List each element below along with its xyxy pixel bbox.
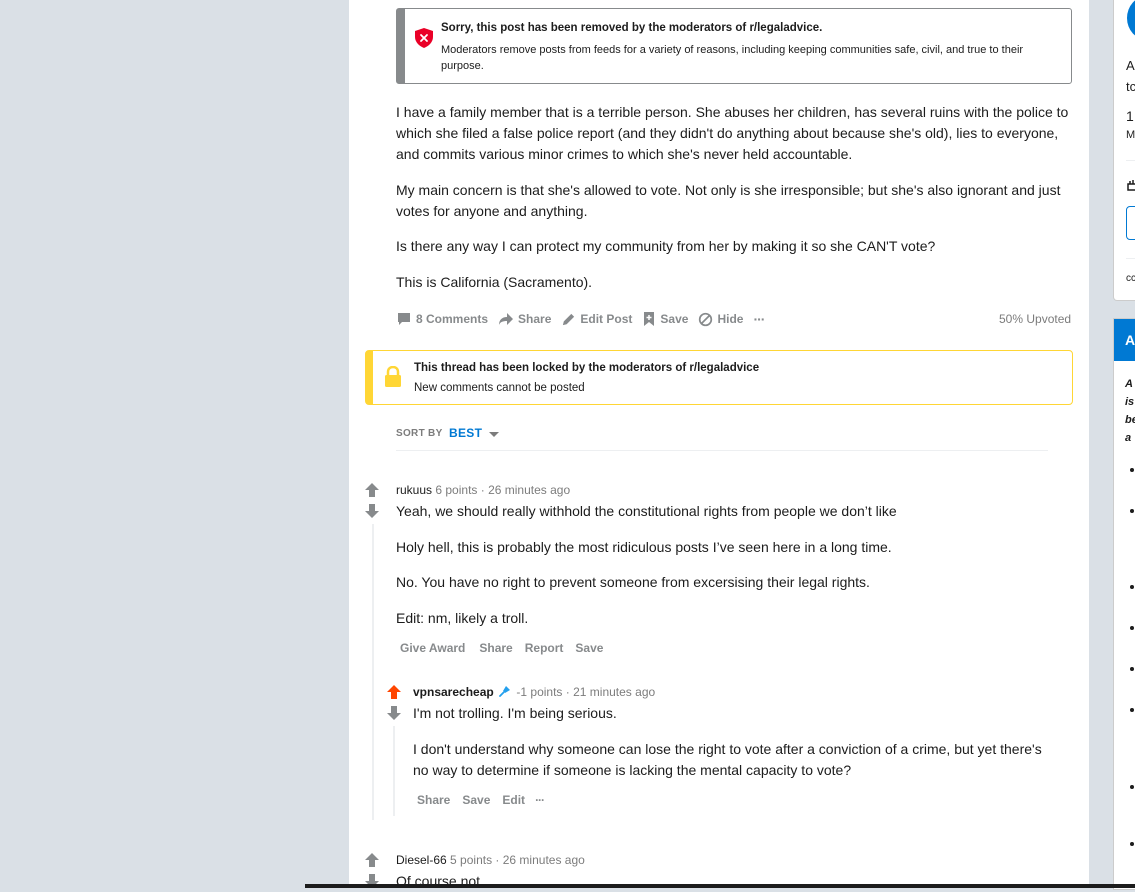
comment-author[interactable]: Diesel-66 xyxy=(396,853,447,867)
rule-bullet[interactable] xyxy=(1130,585,1134,589)
removed-notice-description: Moderators remove posts from feeds for a… xyxy=(441,44,1024,72)
comment-share-button[interactable]: Share xyxy=(479,641,512,655)
comment-more-button[interactable]: ··· xyxy=(535,793,545,807)
downvote-arrow-icon[interactable] xyxy=(386,705,402,721)
rule-bullet[interactable] xyxy=(1130,708,1134,712)
comment-author[interactable]: rukuus xyxy=(396,483,432,497)
sort-by-label: SORT BY xyxy=(396,428,443,439)
locked-notice-title: This thread has been locked by the moder… xyxy=(414,362,760,374)
upvote-arrow-icon[interactable] xyxy=(364,482,380,498)
hide-post-label: Hide xyxy=(717,312,744,326)
comment-time[interactable]: · 26 minutes ago xyxy=(481,483,570,497)
comments-button[interactable]: 8 Comments xyxy=(396,311,488,327)
bookmark-icon xyxy=(644,312,655,326)
downvote-arrow-icon[interactable] xyxy=(364,503,380,519)
more-options-icon: ··· xyxy=(753,311,765,327)
sidebar-text: be xyxy=(1125,414,1135,426)
edit-post-label: Edit Post xyxy=(580,312,633,326)
comment-points: 5 points xyxy=(450,853,493,867)
hide-circle-icon xyxy=(699,312,713,326)
sort-divider xyxy=(396,450,1048,451)
comment-thread-line[interactable] xyxy=(372,524,374,820)
share-label: Share xyxy=(518,312,552,326)
sidebar-text: is xyxy=(1125,396,1135,408)
rule-bullet[interactable] xyxy=(1130,509,1134,513)
sidebar-text: a xyxy=(1125,432,1132,444)
comment-paragraph: I don't understand why someone can lose … xyxy=(413,741,1042,778)
share-arrow-icon xyxy=(499,313,514,325)
upvote-arrow-icon[interactable] xyxy=(364,852,380,868)
rules-card: A A is be a xyxy=(1113,318,1135,890)
reply-thread-line[interactable] xyxy=(393,726,395,816)
lock-icon xyxy=(385,366,401,387)
microphone-icon xyxy=(499,686,511,697)
sidebar-divider xyxy=(1126,160,1135,161)
sort-dropdown[interactable]: BEST xyxy=(449,426,482,440)
comment-meta: vpnsarecheap -1 points · 21 minutes ago xyxy=(413,685,655,699)
give-award-button[interactable]: Give Award xyxy=(400,641,465,655)
removed-notice-title: Sorry, this post has been removed by the… xyxy=(441,22,823,34)
shield-x-icon xyxy=(415,28,433,48)
post-action-bar: 8 Comments Share Edit Post Save Hide ··· xyxy=(396,309,774,329)
rules-card-header-text: A xyxy=(1125,332,1135,348)
comment-meta: rukuus 6 points · 26 minutes ago xyxy=(396,483,570,497)
rule-bullet[interactable] xyxy=(1130,785,1134,789)
post-paragraph: I have a family member that is a terribl… xyxy=(396,104,1069,162)
removed-post-notice: Sorry, this post has been removed by the… xyxy=(396,8,1072,84)
bottom-edge-bar xyxy=(305,884,1135,888)
comment-action-bar: Give Award Share Report Save xyxy=(400,641,617,655)
comment-meta: Diesel-66 5 points · 26 minutes ago xyxy=(396,853,585,867)
comment-paragraph: Holy hell, this is probably the most rid… xyxy=(396,539,892,555)
locked-notice-description: New comments cannot be posted xyxy=(414,382,585,394)
save-post-label: Save xyxy=(660,312,689,326)
rules-card-header: A xyxy=(1114,319,1135,361)
edit-post-button[interactable]: Edit Post xyxy=(561,312,632,327)
comment-edit-button[interactable]: Edit xyxy=(502,793,525,807)
post-paragraph: My main concern is that she's allowed to… xyxy=(396,182,1061,219)
report-button[interactable]: Report xyxy=(525,641,564,655)
comment-action-bar: Share Save Edit ··· xyxy=(417,793,558,807)
community-info-card: A tc 1 M cc xyxy=(1113,0,1135,301)
comment-paragraph: Yeah, we should really withhold the cons… xyxy=(396,503,897,519)
sidebar-divider xyxy=(1126,258,1135,259)
sidebar-text: tc xyxy=(1126,79,1135,94)
comment-save-button[interactable]: Save xyxy=(575,641,603,655)
upvote-ratio: 50% Upvoted xyxy=(999,312,1072,326)
comment-points: -1 points xyxy=(516,685,563,699)
post-paragraph: Is there any way I can protect my commun… xyxy=(396,238,936,254)
sidebar-text: A xyxy=(1125,378,1133,390)
pencil-icon xyxy=(563,313,575,325)
sidebar-members-count: 1 xyxy=(1126,108,1134,124)
comment-paragraph: I'm not trolling. I'm being serious. xyxy=(413,705,617,721)
rule-bullet[interactable] xyxy=(1130,842,1134,846)
comment-time[interactable]: · 21 minutes ago xyxy=(566,685,655,699)
save-post-button[interactable]: Save xyxy=(642,311,688,327)
upvote-arrow-icon[interactable] xyxy=(386,684,402,700)
cake-icon xyxy=(1127,180,1135,191)
share-button[interactable]: Share xyxy=(498,311,551,327)
hide-post-button[interactable]: Hide xyxy=(698,312,743,327)
rule-bullet[interactable] xyxy=(1130,468,1134,472)
comment-paragraph: No. You have no right to prevent someone… xyxy=(396,574,870,590)
comment-time[interactable]: · 26 minutes ago xyxy=(495,853,584,867)
comment-paragraph: Of course not xyxy=(396,873,481,889)
caret-down-icon[interactable] xyxy=(488,431,500,439)
comment-icon xyxy=(398,313,410,325)
rule-bullet[interactable] xyxy=(1130,667,1134,671)
comment-paragraph: Edit: nm, likely a troll. xyxy=(396,610,529,626)
more-options-button[interactable]: ··· xyxy=(753,311,765,327)
sidebar-text: A xyxy=(1126,58,1135,73)
comment-points: 6 points xyxy=(435,483,478,497)
comment-save-button[interactable]: Save xyxy=(462,793,490,807)
rule-bullet[interactable] xyxy=(1130,626,1134,630)
comment-author[interactable]: vpnsarecheap xyxy=(413,685,494,699)
comment-share-button[interactable]: Share xyxy=(417,793,450,807)
comments-label: 8 Comments xyxy=(416,312,489,326)
sidebar-members-label: M xyxy=(1126,129,1135,141)
community-avatar[interactable] xyxy=(1127,0,1135,40)
join-button[interactable] xyxy=(1126,206,1135,240)
locked-thread-notice: This thread has been locked by the moder… xyxy=(365,350,1073,405)
post-paragraph: This is California (Sacramento). xyxy=(396,274,593,290)
sidebar-text: cc xyxy=(1126,273,1135,284)
